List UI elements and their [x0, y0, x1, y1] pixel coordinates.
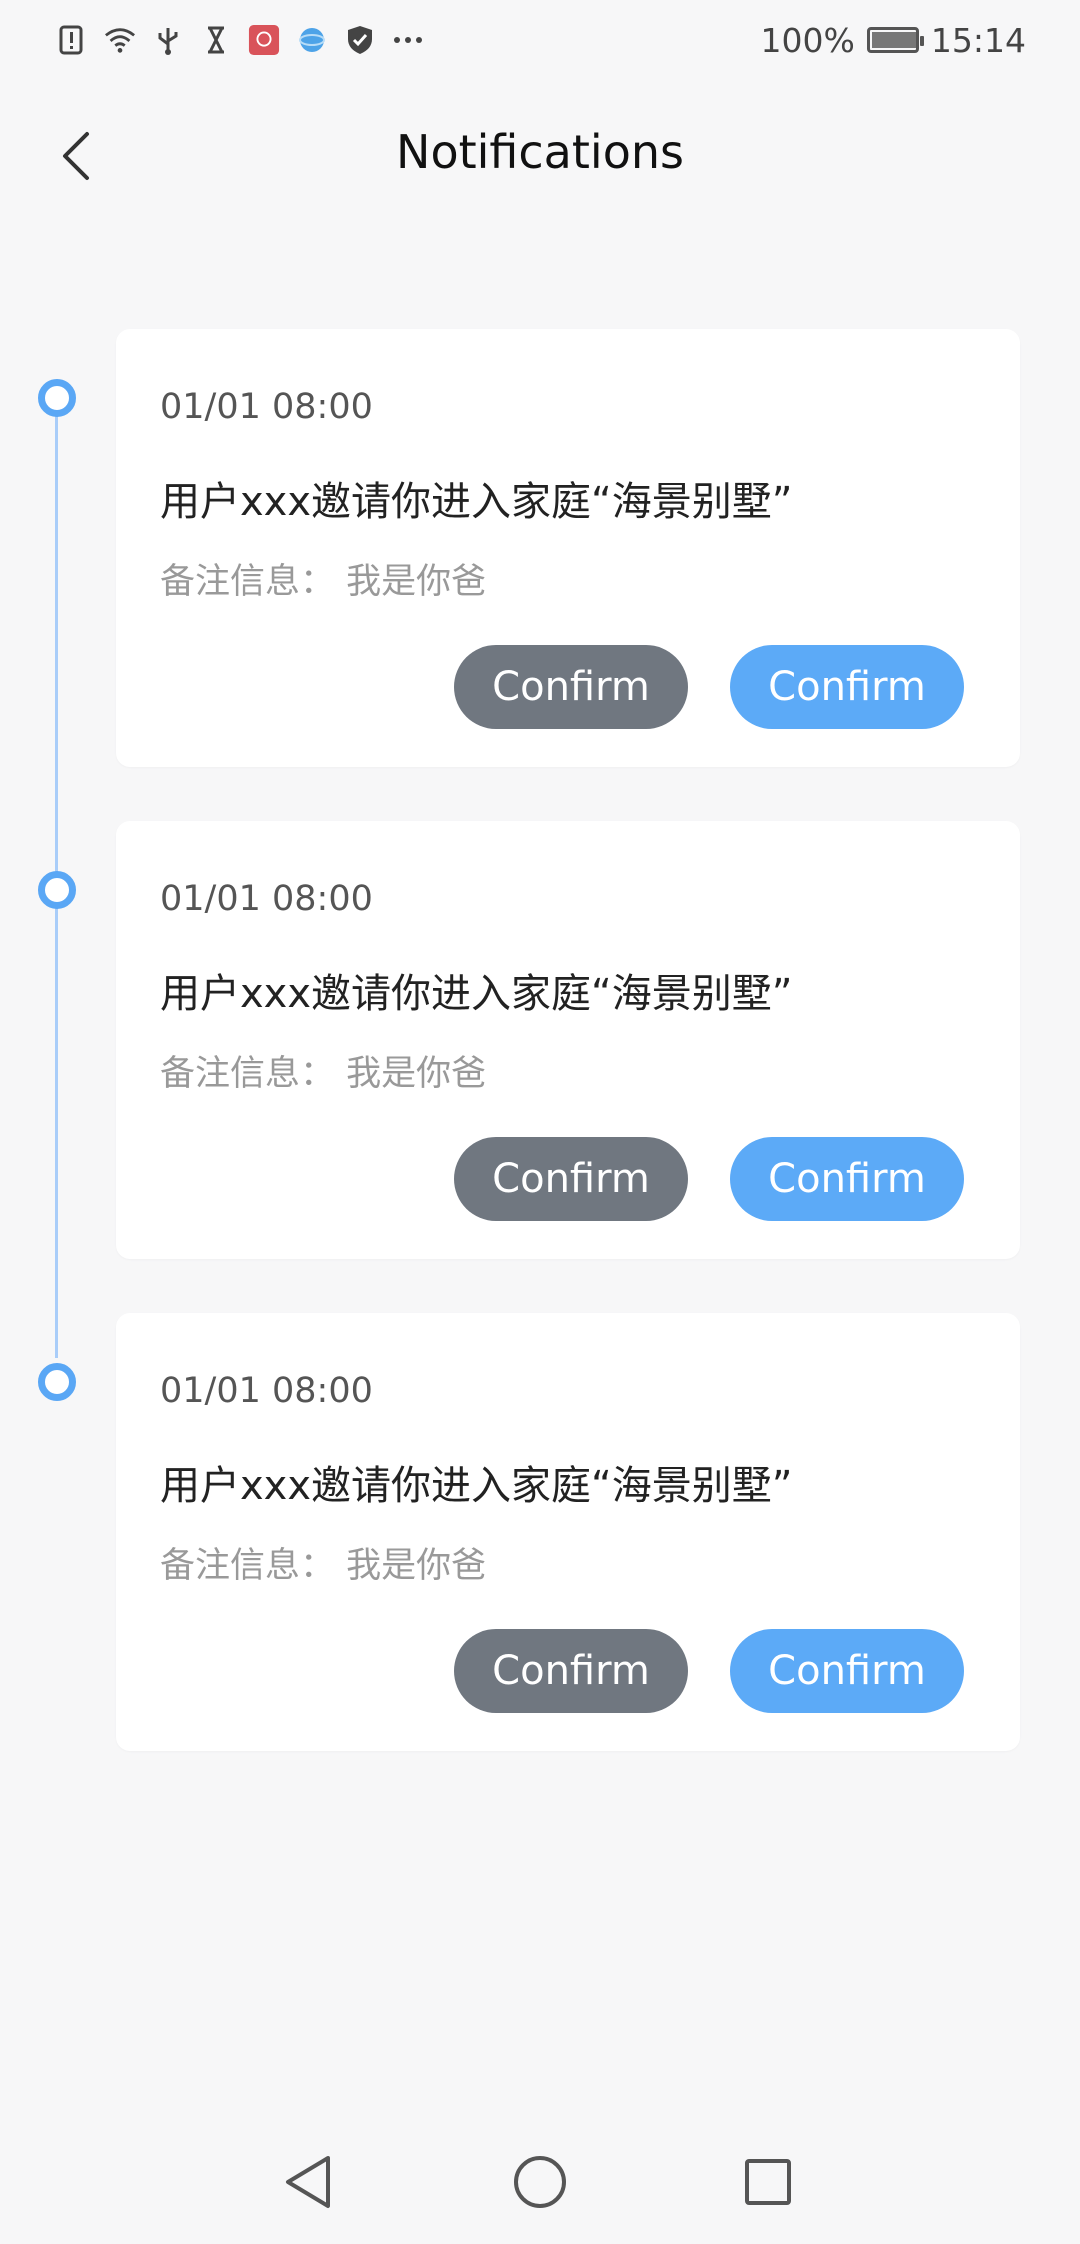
nav-recents-button[interactable]: [736, 2150, 800, 2214]
timeline-dot: [38, 871, 76, 909]
recents-square-icon: [745, 2159, 791, 2205]
shield-icon: [344, 24, 376, 56]
home-circle-icon: [514, 2156, 566, 2208]
nav-back-button[interactable]: [276, 2150, 340, 2214]
notification-remark: 备注信息： 我是你爸: [160, 562, 487, 602]
notification-message: 用户xxx邀请你进入家庭“海景别墅”: [160, 1463, 793, 1509]
confirm-secondary-button[interactable]: Confirm: [454, 645, 688, 729]
notification-card: 01/01 08:00 用户xxx邀请你进入家庭“海景别墅” 备注信息： 我是你…: [116, 329, 1020, 767]
status-icons: [56, 18, 424, 62]
confirm-secondary-button[interactable]: Confirm: [454, 1629, 688, 1713]
timeline-line: [55, 908, 58, 1358]
header: Notifications: [0, 80, 1080, 230]
confirm-primary-button[interactable]: Confirm: [730, 645, 964, 729]
nav-home-button[interactable]: [508, 2150, 572, 2214]
more-dots-icon: [392, 24, 424, 56]
notification-remark: 备注信息： 我是你爸: [160, 1054, 487, 1094]
alert-icon: [56, 24, 88, 56]
back-triangle-icon: [286, 2156, 330, 2208]
confirm-primary-button[interactable]: Confirm: [730, 1629, 964, 1713]
notification-time: 01/01 08:00: [160, 1371, 373, 1411]
wifi-icon: [104, 24, 136, 56]
huawei-app-icon: [248, 24, 280, 56]
notification-time: 01/01 08:00: [160, 387, 373, 427]
battery-percent: 100%: [760, 20, 855, 60]
notification-card: 01/01 08:00 用户xxx邀请你进入家庭“海景别墅” 备注信息： 我是你…: [116, 821, 1020, 1259]
notification-message: 用户xxx邀请你进入家庭“海景别墅”: [160, 971, 793, 1017]
status-right: 100% 15:14: [761, 18, 1026, 62]
timeline-dot: [38, 1363, 76, 1401]
timeline-dot: [38, 379, 76, 417]
browser-icon: [296, 24, 328, 56]
hourglass-icon: [200, 24, 232, 56]
notification-remark: 备注信息： 我是你爸: [160, 1546, 487, 1586]
notification-card: 01/01 08:00 用户xxx邀请你进入家庭“海景别墅” 备注信息： 我是你…: [116, 1313, 1020, 1751]
status-bar: 100% 15:14: [0, 0, 1080, 80]
clock: 15:14: [930, 20, 1026, 60]
timeline-line: [55, 416, 58, 946]
notification-time: 01/01 08:00: [160, 879, 373, 919]
battery-icon: [866, 27, 924, 53]
confirm-secondary-button[interactable]: Confirm: [454, 1137, 688, 1221]
usb-icon: [152, 24, 184, 56]
confirm-primary-button[interactable]: Confirm: [730, 1137, 964, 1221]
system-nav-bar: [0, 2120, 1080, 2244]
page-title: Notifications: [396, 125, 684, 179]
notification-message: 用户xxx邀请你进入家庭“海景别墅”: [160, 479, 793, 525]
